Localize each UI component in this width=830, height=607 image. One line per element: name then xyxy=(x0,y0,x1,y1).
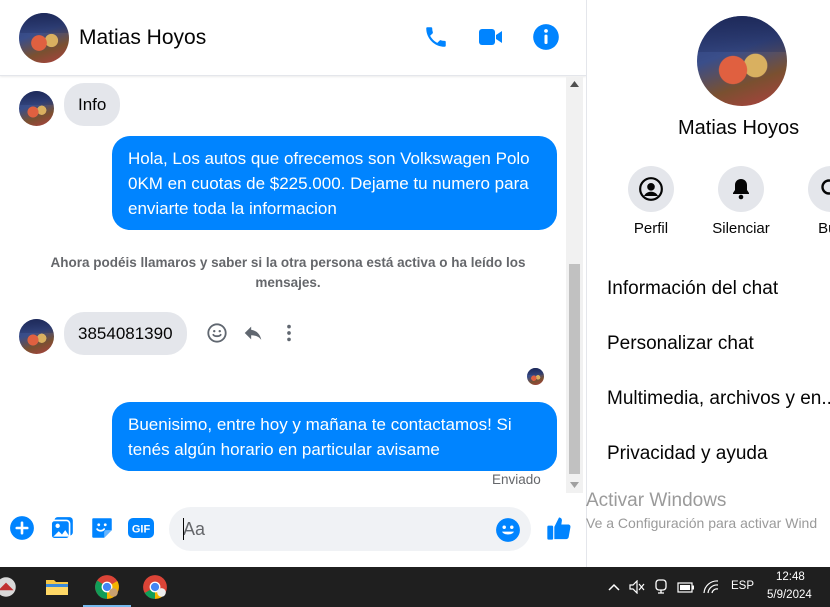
reply-icon[interactable] xyxy=(242,322,264,344)
contact-avatar[interactable] xyxy=(19,13,69,63)
search-action[interactable]: Bus xyxy=(785,166,830,246)
delivery-status: Enviado xyxy=(492,472,541,487)
message-list[interactable]: Info Hola, Los autos que ofrecemos son V… xyxy=(0,77,566,493)
info-icon xyxy=(533,24,559,50)
more-options-icon[interactable] xyxy=(278,322,300,344)
activate-windows-title: Activar Windows xyxy=(586,490,727,511)
app-icon xyxy=(0,577,16,597)
attach-photo-button[interactable] xyxy=(48,514,76,542)
scroll-down-arrow-icon[interactable] xyxy=(570,482,579,488)
message-actions xyxy=(206,320,302,346)
video-call-button[interactable] xyxy=(476,22,506,52)
sender-avatar xyxy=(19,319,54,354)
incoming-message-phone[interactable]: 3854081390 xyxy=(64,312,187,355)
search-action-label: Bus xyxy=(818,220,830,237)
mute-action-label: Silenciar xyxy=(712,220,770,237)
sender-avatar xyxy=(19,91,54,126)
message-input-box[interactable] xyxy=(169,507,531,551)
video-camera-icon xyxy=(479,29,502,45)
activate-windows-subtitle: Ve a Configuración para activar Wind xyxy=(586,515,818,531)
seen-indicator-avatar xyxy=(527,368,544,385)
message-scrollbar[interactable] xyxy=(566,77,583,493)
taskbar-chrome-active[interactable] xyxy=(83,567,131,607)
contact-name[interactable]: Matias Hoyos xyxy=(79,26,206,50)
panel-contact-avatar[interactable] xyxy=(697,16,787,106)
message-composer: GIF xyxy=(0,493,586,567)
conversation-details-panel: Matias Hoyos Perfil Silenciar Bus Inform… xyxy=(586,0,830,567)
sticker-icon xyxy=(92,518,112,538)
outgoing-message[interactable]: Hola, Los autos que ofrecemos son Volksw… xyxy=(112,136,557,230)
tray-language[interactable]: ESP xyxy=(731,580,754,592)
gif-icon: GIF xyxy=(128,518,154,538)
message-input[interactable] xyxy=(183,517,483,541)
taskbar-file-explorer[interactable] xyxy=(33,567,81,607)
menu-chat-info[interactable]: Información del chat xyxy=(607,278,778,300)
tray-chevron-up-icon[interactable] xyxy=(606,579,622,595)
chrome-icon xyxy=(95,575,119,599)
conversation-info-button[interactable] xyxy=(531,22,561,52)
menu-customize-chat[interactable]: Personalizar chat xyxy=(607,333,754,355)
phone-icon xyxy=(426,27,446,47)
thumbs-up-icon xyxy=(547,517,571,540)
react-emoji-icon[interactable] xyxy=(206,322,228,344)
mute-action-circle[interactable] xyxy=(718,166,764,212)
mute-action[interactable]: Silenciar xyxy=(695,166,785,246)
sticker-button[interactable] xyxy=(88,514,116,542)
tray-volume-muted-icon[interactable] xyxy=(628,579,646,595)
plus-circle-icon xyxy=(10,516,34,540)
tray-meet-now-icon[interactable] xyxy=(652,579,670,595)
tray-battery-icon[interactable] xyxy=(676,579,696,595)
gif-label: GIF xyxy=(132,524,151,536)
scroll-thumb[interactable] xyxy=(569,264,580,474)
taskbar-app-partial[interactable] xyxy=(0,567,26,607)
bell-icon xyxy=(733,179,749,200)
tray-clock-time[interactable]: 12:48 xyxy=(776,571,805,583)
search-icon xyxy=(821,179,830,195)
folder-icon xyxy=(46,580,68,595)
messenger-window: Matias Hoyos Info Hola, Los autos que of… xyxy=(0,0,830,567)
more-actions-button[interactable] xyxy=(8,514,36,542)
photo-gallery-icon xyxy=(50,517,73,540)
profile-action-label: Perfil xyxy=(633,220,669,237)
taskbar-chrome-second[interactable] xyxy=(131,567,179,607)
profile-icon xyxy=(639,177,663,201)
profile-action-circle[interactable] xyxy=(628,166,674,212)
tray-wifi-icon[interactable] xyxy=(702,579,720,595)
menu-media-files[interactable]: Multimedia, archivos y en... xyxy=(607,388,830,410)
search-action-circle[interactable] xyxy=(808,166,830,212)
gif-button[interactable]: GIF xyxy=(127,514,155,542)
voice-call-button[interactable] xyxy=(421,22,451,52)
outgoing-message[interactable]: Buenisimo, entre hoy y mañana te contact… xyxy=(112,402,557,471)
panel-contact-name: Matias Hoyos xyxy=(678,117,800,139)
windows-taskbar: ESP 12:48 5/9/2024 xyxy=(0,567,830,607)
chrome-icon xyxy=(143,575,167,599)
menu-privacy-support[interactable]: Privacidad y ayuda xyxy=(607,443,768,465)
text-caret xyxy=(183,518,184,540)
chat-column: Matias Hoyos Info Hola, Los autos que of… xyxy=(0,0,586,567)
like-button[interactable] xyxy=(544,513,574,543)
emoji-icon[interactable] xyxy=(495,517,521,543)
tray-clock-date[interactable]: 5/9/2024 xyxy=(767,589,812,601)
incoming-message-info[interactable]: Info xyxy=(64,83,121,126)
profile-action[interactable]: Perfil xyxy=(605,166,695,246)
scroll-up-arrow-icon[interactable] xyxy=(570,81,579,87)
chat-header: Matias Hoyos xyxy=(0,0,586,76)
system-notice: Ahora podéis llamaros y saber si la otra… xyxy=(50,255,526,290)
